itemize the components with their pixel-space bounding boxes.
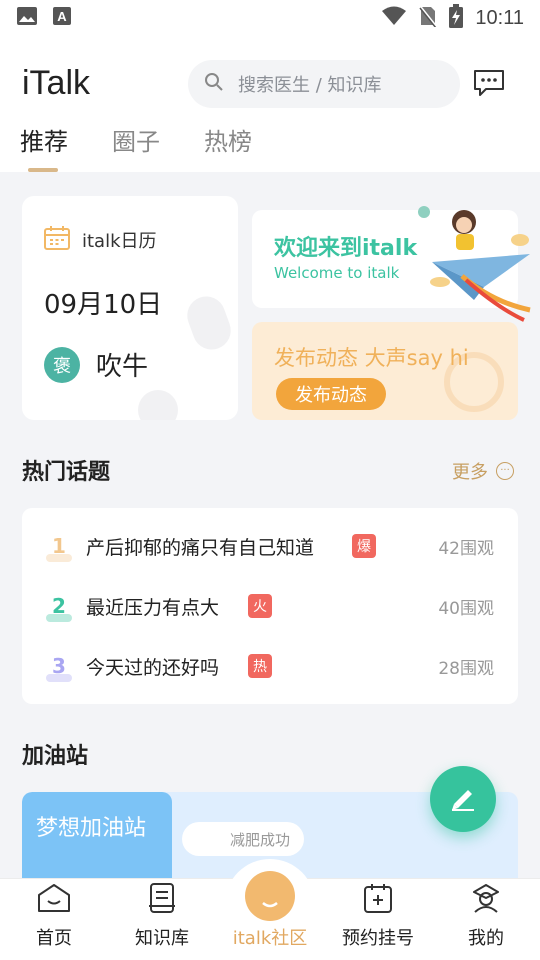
decoration: [181, 291, 237, 355]
tab-circle[interactable]: 圈子: [112, 122, 160, 157]
no-sim-icon: [419, 5, 438, 31]
topic-rank: 1: [46, 534, 72, 562]
tab-bar: 推荐 圈子 热榜: [20, 122, 252, 157]
post-title: 发布动态 大声say hi: [274, 346, 469, 370]
more-icon: ···: [496, 462, 514, 480]
hot-topics-title: 热门话题: [22, 460, 111, 485]
topic-badge: 热: [248, 654, 272, 678]
status-time: 10:11: [475, 6, 524, 29]
search-input[interactable]: 搜索医生 / 知识库: [188, 60, 460, 108]
tab-hot[interactable]: 热榜: [204, 122, 252, 157]
calendar-tag: 褒: [44, 346, 80, 383]
calendar-icon: [44, 226, 70, 254]
home-icon: [36, 882, 72, 918]
calendar-card[interactable]: italk日历 09月10日 褒 吹牛: [22, 196, 238, 420]
nav-label: 首页: [36, 928, 72, 949]
nav-home[interactable]: 首页: [0, 879, 108, 960]
station-chip[interactable]: 减肥成功: [182, 822, 304, 856]
search-icon: [204, 72, 224, 96]
calendar-plus-icon: [362, 882, 394, 918]
compose-button[interactable]: [430, 766, 496, 832]
welcome-title: 欢迎来到italk: [274, 236, 418, 261]
list-item[interactable]: 2 最近压力有点大 火 40围观: [22, 576, 518, 636]
rank-number: 2: [52, 594, 66, 618]
paper-plane-illustration: [418, 206, 531, 322]
book-icon: [146, 882, 178, 918]
topic-badge: 火: [248, 594, 272, 618]
decoration: [138, 390, 178, 420]
post-button[interactable]: 发布动态: [276, 378, 386, 410]
nav-community[interactable]: italk社区: [216, 859, 324, 960]
nav-label: italk社区: [232, 928, 308, 949]
station-title: 加油站: [22, 744, 89, 769]
chat-bubble-icon[interactable]: [472, 68, 506, 98]
welcome-subtitle: Welcome to italk: [274, 264, 400, 282]
search-placeholder: 搜索医生 / 知识库: [238, 75, 382, 96]
topic-count: 42围观: [438, 538, 494, 559]
more-label: 更多: [452, 462, 488, 483]
nav-knowledge[interactable]: 知识库: [108, 879, 216, 960]
text-icon: A: [52, 6, 72, 30]
list-item[interactable]: 1 产后抑郁的痛只有自己知道 爆 42围观: [22, 516, 518, 576]
status-bar: A 10:11: [0, 0, 540, 36]
svg-text:A: A: [57, 9, 67, 24]
rank-number: 1: [52, 534, 66, 558]
topic-badge: 爆: [352, 534, 376, 558]
nav-appointment[interactable]: 预约挂号: [324, 879, 432, 960]
topic-rank: 3: [46, 654, 72, 682]
list-item[interactable]: 3 今天过的还好吗 热 28围观: [22, 636, 518, 696]
topic-text: 今天过的还好吗: [86, 656, 220, 679]
more-link[interactable]: 更多 ···: [452, 458, 514, 484]
wifi-icon: [381, 6, 407, 30]
bottom-nav: 首页 知识库 italk社区 预约挂号 我的: [0, 859, 540, 960]
community-icon: [245, 871, 295, 921]
calendar-date: 09月10日: [44, 290, 163, 320]
app-title: iTalk: [22, 64, 91, 102]
welcome-card[interactable]: 欢迎来到italk Welcome to italk: [252, 206, 531, 322]
topic-count: 28围观: [438, 658, 494, 679]
nav-label: 知识库: [135, 928, 189, 949]
image-icon: [16, 6, 38, 30]
station-name: 梦想加油站: [36, 816, 147, 841]
rank-number: 3: [52, 654, 66, 678]
topic-text: 最近压力有点大: [86, 596, 220, 619]
topic-text: 产后抑郁的痛只有自己知道: [86, 536, 315, 559]
profile-icon: [470, 882, 502, 918]
station-card: 梦想加油站: [22, 792, 172, 878]
pencil-icon: [448, 782, 478, 816]
nav-label: 我的: [468, 928, 504, 949]
tab-recommend[interactable]: 推荐: [20, 122, 68, 157]
top-header: iTalk 搜索医生 / 知识库 推荐 圈子 热榜: [0, 36, 540, 172]
battery-charging-icon: [449, 4, 464, 32]
topic-rank: 2: [46, 594, 72, 622]
nav-label: 预约挂号: [342, 928, 414, 949]
hot-topics-list: 1 产后抑郁的痛只有自己知道 爆 42围观 2 最近压力有点大 火 40围观 3…: [22, 508, 518, 704]
calendar-word: 吹牛: [96, 352, 149, 382]
topic-count: 40围观: [438, 598, 494, 619]
nav-profile[interactable]: 我的: [432, 879, 540, 960]
post-card[interactable]: 发布动态 大声say hi 发布动态: [252, 322, 518, 420]
calendar-label: italk日历: [82, 231, 157, 252]
